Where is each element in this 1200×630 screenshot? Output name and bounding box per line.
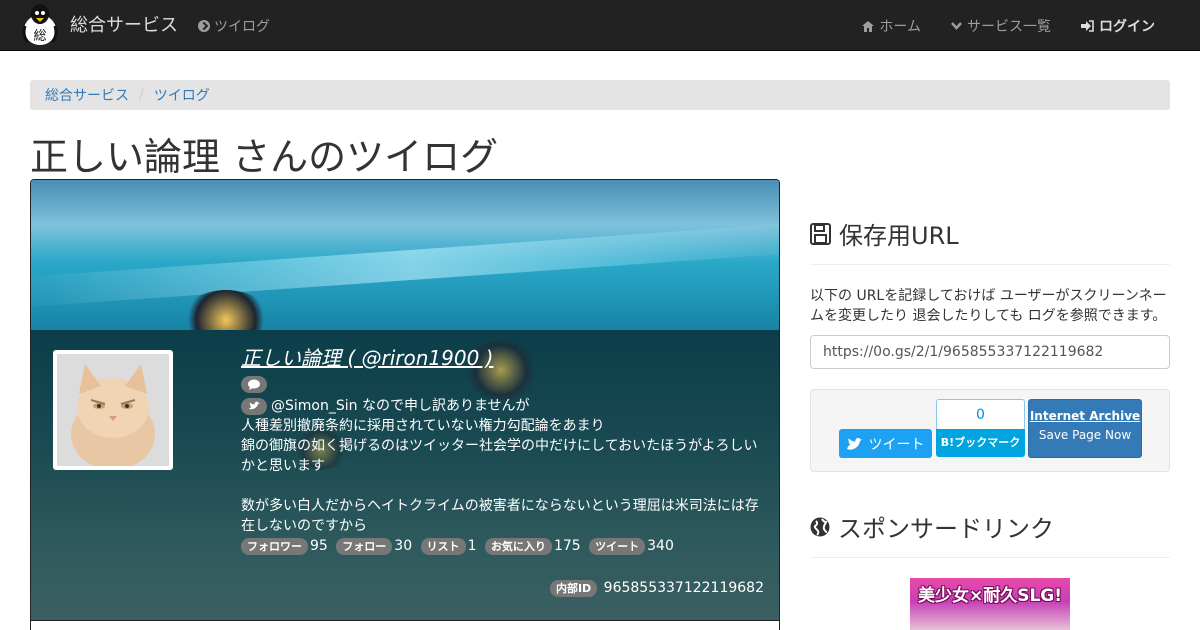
internet-archive-title[interactable]: Internet Archive xyxy=(1029,409,1141,423)
avatar xyxy=(53,350,173,470)
nav-home[interactable]: ホーム xyxy=(862,16,921,36)
profile-details: 正しい論理 ( @riron1900 ) @Simon_Sin なので申し訳あり… xyxy=(241,348,766,556)
ad-text[interactable]: 美少女×耐久SLG! xyxy=(910,581,1070,606)
comment-icon[interactable] xyxy=(241,375,267,393)
card-footer xyxy=(31,620,779,630)
stat-value-followers: 95 xyxy=(310,538,328,554)
brand-link[interactable]: 総 総合サービス xyxy=(20,2,178,46)
twitter-icon xyxy=(846,437,862,450)
top-navbar: 総 総合サービス ツイログ ホーム サービス一覧 ログイン xyxy=(0,0,1200,51)
svg-text:総: 総 xyxy=(33,29,46,44)
page-title: 正しい論理 さんのツイログ xyxy=(30,135,499,179)
breadcrumb-twilog-link[interactable]: ツイログ xyxy=(154,85,210,105)
hatena-count: 0 xyxy=(936,399,1025,430)
cat-avatar-image xyxy=(57,354,169,466)
bio-line: 人種差別撤廃条約に採用されていない権力勾配論をあまり xyxy=(241,418,605,434)
stat-value-tweets: 340 xyxy=(647,538,674,554)
brand-title[interactable]: 総合サービス xyxy=(70,11,178,37)
bio-line: 錦の御旗の如く掲げるのはツイッター社会学の中だけにしておいたほうがよろしいかと思… xyxy=(241,438,758,474)
stat-value-favorites: 175 xyxy=(553,538,581,554)
sponsored-heading: スポンサードリンク xyxy=(810,509,1054,544)
sign-in-icon xyxy=(1081,20,1094,32)
profile-banner-image xyxy=(31,180,779,350)
divider xyxy=(810,557,1170,558)
divider xyxy=(810,264,1170,265)
breadcrumb: 総合サービス / ツイログ xyxy=(30,80,1170,110)
profile-card: 正しい論理 ( @riron1900 ) @Simon_Sin なので申し訳あり… xyxy=(30,179,780,630)
internet-archive-subtitle[interactable]: Save Page Now xyxy=(1029,428,1141,442)
sponsored-ad-banner[interactable]: 美少女×耐久SLG! xyxy=(910,578,1070,630)
penguin-logo-icon: 総 xyxy=(22,4,58,45)
profile-name-link[interactable]: 正しい論理 ( @riron1900 ) xyxy=(241,348,766,368)
twitter-icon[interactable] xyxy=(241,397,267,415)
bio-line: @Simon_Sin なので申し訳ありませんが xyxy=(271,398,530,414)
chevron-down-icon xyxy=(951,22,962,30)
save-url-description: 以下の URLを記録しておけば ユーザーがスクリーンネームを変更したり 退会した… xyxy=(810,288,1167,324)
hatena-bookmark-button[interactable]: B!ブックマーク xyxy=(936,429,1025,457)
nav-twilog-label[interactable]: ツイログ xyxy=(214,16,270,36)
nav-home-label[interactable]: ホーム xyxy=(879,16,921,36)
globe-icon xyxy=(810,517,830,536)
stat-label-favorites: お気に入り xyxy=(484,538,552,555)
internet-archive-button[interactable]: Internet Archive Save Page Now xyxy=(1028,399,1142,458)
nav-services[interactable]: サービス一覧 xyxy=(951,16,1051,36)
stat-label-tweets: ツイート xyxy=(589,538,646,555)
stat-value-following: 30 xyxy=(394,538,413,554)
stat-value-lists: 1 xyxy=(467,538,477,554)
share-box: ツイート 0 B!ブックマーク Internet Archive Save Pa… xyxy=(810,389,1170,472)
save-url-heading: 保存用URL xyxy=(810,216,959,251)
internal-id: 内部ID 965855337122119682 xyxy=(549,580,764,597)
tweet-button[interactable]: ツイート xyxy=(839,429,932,458)
breadcrumb-separator: / xyxy=(139,87,144,103)
nav-services-label[interactable]: サービス一覧 xyxy=(967,16,1051,36)
breadcrumb-home-link[interactable]: 総合サービス xyxy=(45,85,129,105)
profile-stats: フォロワー 95 フォロー 30 リスト 1 お気に入り 175 ツイート 340 xyxy=(241,536,766,556)
save-url-title: 保存用URL xyxy=(839,222,959,250)
nav-twilog-link[interactable]: ツイログ xyxy=(198,16,270,36)
internal-id-label: 内部ID xyxy=(549,580,598,597)
home-icon xyxy=(862,20,875,32)
nav-login[interactable]: ログイン xyxy=(1081,16,1155,36)
nav-right-menu: ホーム サービス一覧 ログイン xyxy=(832,16,1155,36)
stat-label-lists: リスト xyxy=(420,538,466,555)
tweet-button-label[interactable]: ツイート xyxy=(869,434,925,454)
stat-label-followers: フォロワー xyxy=(241,538,308,555)
nav-login-label[interactable]: ログイン xyxy=(1099,16,1155,36)
bio-line: 数が多い白人だからヘイトクライムの被害者にならないという理屈は米司法には存在しな… xyxy=(241,498,759,534)
chevron-circle-right-icon xyxy=(198,20,210,32)
floppy-disk-icon xyxy=(810,222,831,245)
stat-label-following: フォロー xyxy=(336,538,393,555)
internal-id-value: 965855337122119682 xyxy=(603,580,764,596)
save-url-input[interactable] xyxy=(810,335,1170,369)
sponsored-title: スポンサードリンク xyxy=(838,515,1054,543)
